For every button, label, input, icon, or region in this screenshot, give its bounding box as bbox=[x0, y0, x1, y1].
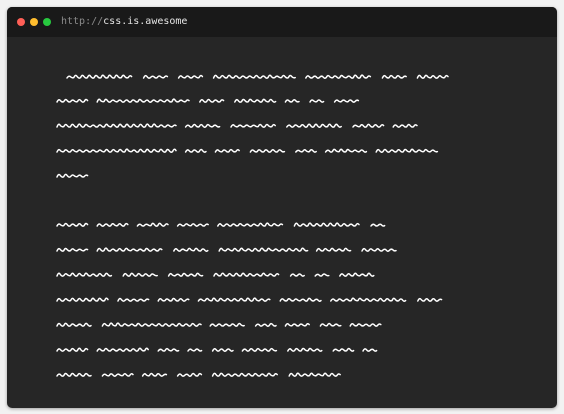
scribble-word bbox=[96, 98, 190, 103]
scribble-word bbox=[199, 98, 225, 103]
scribble-word bbox=[184, 123, 221, 128]
scribble-word bbox=[213, 272, 280, 277]
scribble-word bbox=[381, 74, 407, 79]
scribble-word bbox=[339, 272, 375, 277]
scribble-word bbox=[141, 372, 168, 377]
scribble-word bbox=[66, 74, 133, 79]
scribble-word bbox=[293, 222, 360, 227]
scribble-word bbox=[157, 297, 190, 302]
scribble-word bbox=[211, 347, 234, 352]
scribble-word bbox=[314, 273, 330, 277]
scribble-word bbox=[288, 372, 341, 377]
scribble-word bbox=[241, 347, 278, 352]
scribble-word bbox=[176, 223, 209, 227]
scribble-word bbox=[173, 247, 209, 252]
url-protocol: http:// bbox=[61, 16, 104, 27]
scribble-word bbox=[122, 272, 158, 277]
scribble-word bbox=[56, 322, 92, 327]
scribble-word bbox=[305, 74, 372, 79]
scribble-word bbox=[56, 123, 177, 128]
scribble-word bbox=[212, 74, 296, 79]
scribble-word bbox=[56, 372, 92, 377]
scribble-word bbox=[56, 272, 113, 277]
scribble-word bbox=[101, 322, 202, 327]
minimize-button[interactable] bbox=[30, 18, 38, 26]
scribble-word bbox=[96, 247, 163, 252]
scribble-line bbox=[56, 173, 89, 178]
scribble-line bbox=[66, 74, 449, 79]
browser-window: http://css.is.awesome bbox=[7, 7, 557, 408]
scribble-word bbox=[101, 373, 134, 377]
scribble-word bbox=[330, 297, 407, 302]
scribble-word bbox=[295, 148, 317, 153]
scribble-word bbox=[417, 297, 443, 302]
scribble-word bbox=[96, 222, 129, 227]
scribble-word bbox=[234, 98, 277, 103]
scribble-word bbox=[289, 273, 305, 277]
scribble-word bbox=[361, 247, 397, 252]
window-titlebar: http://css.is.awesome bbox=[7, 7, 557, 37]
url-host: css.is.awesome bbox=[103, 16, 188, 27]
scribble-word bbox=[56, 173, 89, 178]
scribble-word bbox=[333, 99, 360, 103]
scribble-word bbox=[279, 297, 322, 302]
scribble-word bbox=[349, 322, 382, 327]
scribble-word bbox=[324, 148, 368, 153]
scribble-word bbox=[362, 348, 378, 352]
scribble-word bbox=[254, 322, 277, 327]
scribble-word bbox=[230, 123, 276, 128]
scribble-line bbox=[56, 247, 397, 252]
scribble-word bbox=[56, 98, 89, 103]
scribble-word bbox=[287, 347, 323, 352]
scribble-word bbox=[352, 123, 385, 128]
scribble-word bbox=[249, 149, 286, 153]
maximize-button[interactable] bbox=[43, 18, 51, 26]
scribble-word bbox=[176, 372, 203, 377]
scribble-word bbox=[187, 348, 203, 352]
scribble-line bbox=[56, 123, 418, 128]
scribble-word bbox=[370, 223, 386, 227]
scribble-line bbox=[56, 347, 378, 352]
scribble-word bbox=[56, 297, 109, 302]
page-content bbox=[7, 37, 557, 408]
scribble-word bbox=[284, 99, 300, 103]
scribble-word bbox=[214, 148, 240, 153]
scribble-word bbox=[136, 222, 169, 227]
scribble-line bbox=[56, 272, 375, 277]
scribble-word bbox=[167, 272, 204, 277]
scribble-word bbox=[315, 247, 352, 252]
scribble-word bbox=[284, 322, 310, 327]
scribble-line bbox=[56, 148, 439, 153]
scribble-word bbox=[209, 322, 245, 327]
scribble-word bbox=[56, 222, 89, 227]
scribble-word bbox=[56, 148, 177, 153]
scribble-word bbox=[218, 247, 309, 252]
scribble-word bbox=[375, 148, 439, 153]
scribble-word bbox=[309, 99, 325, 103]
scribble-word bbox=[184, 148, 207, 153]
scribble-line bbox=[56, 222, 386, 227]
scribble-line bbox=[56, 297, 443, 302]
scribble-word bbox=[217, 222, 284, 227]
scribble-word bbox=[332, 347, 355, 352]
scribble-word bbox=[56, 247, 89, 252]
close-button[interactable] bbox=[17, 18, 25, 26]
scribble-word bbox=[416, 74, 449, 79]
scribble-line bbox=[56, 98, 360, 103]
scribble-word bbox=[177, 74, 204, 79]
scribble-word bbox=[56, 347, 89, 352]
scribble-word bbox=[286, 123, 342, 128]
address-url[interactable]: http://css.is.awesome bbox=[61, 15, 187, 29]
scribble-line bbox=[56, 322, 382, 327]
scribble-word bbox=[117, 297, 150, 302]
scribble-word bbox=[96, 347, 149, 352]
scribble-line bbox=[56, 372, 341, 377]
scribble-word bbox=[197, 297, 271, 302]
scribble-word bbox=[319, 322, 342, 327]
scribble-word bbox=[157, 347, 180, 352]
scribble-word bbox=[142, 74, 169, 79]
scribble-text bbox=[56, 74, 449, 377]
scribble-word bbox=[211, 372, 278, 377]
scribble-word bbox=[392, 123, 418, 128]
